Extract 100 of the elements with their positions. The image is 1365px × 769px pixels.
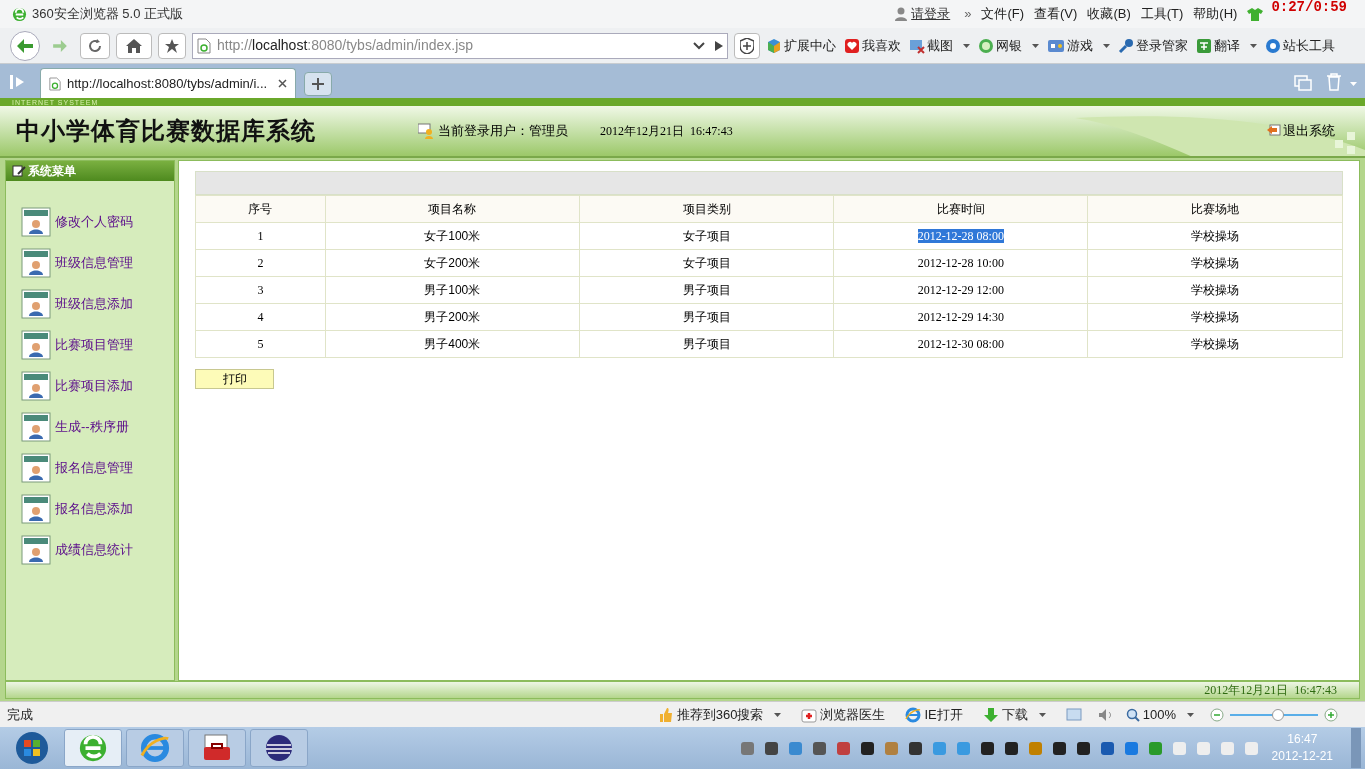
trash-icon[interactable]	[1326, 73, 1342, 91]
table-cell: 学校操场	[1087, 249, 1343, 277]
table-cell: 3	[195, 276, 326, 304]
zoom-out-icon[interactable]	[1210, 707, 1224, 722]
menu-item[interactable]: 帮助(H)	[1193, 4, 1238, 24]
caret-icon[interactable]	[1350, 82, 1357, 86]
menu-item[interactable]: 收藏(B)	[1087, 4, 1131, 24]
user-card-icon	[21, 288, 51, 319]
new-tab-button[interactable]	[304, 72, 332, 96]
more-chevron[interactable]: »	[964, 4, 972, 24]
restore-tabs-icon[interactable]	[1294, 75, 1312, 91]
zoom-button[interactable]: 100%	[1125, 704, 1194, 725]
edit-icon	[12, 165, 26, 177]
menu-link[interactable]: 报名信息添加	[6, 488, 174, 529]
caret-icon	[1038, 712, 1046, 717]
table-cell: 学校操场	[1087, 330, 1343, 358]
shirt-icon[interactable]	[1247, 7, 1264, 21]
menu-link[interactable]: 比赛项目添加	[6, 365, 174, 406]
menu-link[interactable]: 班级信息添加	[6, 283, 174, 324]
close-icon[interactable]	[278, 79, 287, 88]
table-cell: 2	[195, 249, 326, 277]
coin-icon	[978, 37, 994, 54]
taskbar-button[interactable]	[188, 729, 246, 767]
column-header: 序号	[195, 195, 326, 223]
toolbar-button[interactable]: 扩展中心	[766, 35, 836, 56]
menu-item[interactable]: 查看(V)	[1034, 4, 1078, 24]
menu-link[interactable]: 比赛项目管理	[6, 324, 174, 365]
status-button[interactable]: IE打开	[905, 704, 963, 725]
toolbar-button[interactable]: 登录管家	[1118, 35, 1188, 56]
user-card-icon	[21, 452, 51, 483]
table-cell: 男子200米	[325, 303, 580, 331]
go-icon[interactable]	[715, 40, 723, 51]
refresh-button[interactable]	[80, 32, 110, 59]
user-icon	[894, 7, 909, 21]
zoom-slider[interactable]	[1230, 707, 1318, 722]
footer-datetime: 2012年12月21日 16:47:43	[1204, 682, 1337, 699]
menu-link[interactable]: 生成--秩序册	[6, 406, 174, 447]
table-cell: 男子100米	[325, 276, 580, 304]
table-cell: 5	[195, 330, 326, 358]
menu-header: 系统菜单	[6, 161, 174, 181]
favorite-button[interactable]	[158, 32, 186, 59]
print-button[interactable]: 打印	[195, 369, 274, 389]
table-cell: 女子项目	[579, 222, 834, 250]
status-button[interactable]: 推荐到360搜索	[657, 704, 782, 725]
page-icon	[197, 37, 211, 54]
caret-icon	[1103, 43, 1110, 48]
address-field[interactable]: http://localhost:8080/tybs/admin/index.jsp	[192, 32, 728, 59]
slider-thumb[interactable]	[1272, 708, 1285, 721]
recording-timer: 0:27/0:59	[1271, 0, 1347, 14]
menu-link[interactable]: 成绩信息统计	[6, 529, 174, 570]
screenshot-icon	[909, 37, 925, 54]
status-button[interactable]: 浏览器医生	[801, 704, 886, 725]
table-cell: 2012-12-28 08:00	[833, 222, 1088, 250]
user-card-icon	[21, 534, 51, 565]
menu-link[interactable]: 报名信息管理	[6, 447, 174, 488]
ie-icon	[140, 733, 170, 763]
shield-icon	[740, 37, 754, 54]
user-card-icon	[21, 206, 51, 237]
zoom-in-icon[interactable]	[1324, 707, 1338, 722]
back-button[interactable]	[10, 30, 40, 61]
login-link[interactable]: 请登录	[911, 4, 951, 24]
home-button[interactable]	[116, 32, 152, 59]
dropdown-icon[interactable]	[693, 41, 705, 50]
user-card-icon	[21, 411, 51, 442]
speaker-icon[interactable]	[1097, 707, 1114, 722]
tray-icons-drawing[interactable]	[738, 739, 1260, 757]
download-icon	[982, 706, 999, 723]
table-cell: 学校操场	[1087, 276, 1343, 304]
toolbar-button[interactable]: 翻译	[1196, 35, 1259, 56]
table-cell: 2012-12-29 14:30	[833, 303, 1088, 331]
caret-icon	[1250, 43, 1257, 48]
page-icon	[49, 76, 61, 91]
back-arrow-icon	[17, 38, 33, 53]
toolbar-button[interactable]: 我喜欢	[844, 35, 901, 56]
menu-link[interactable]: 班级信息管理	[6, 242, 174, 283]
taskbar-button[interactable]	[250, 729, 308, 767]
browser-logo-icon	[78, 733, 108, 763]
thumbs-up-icon	[657, 706, 674, 723]
status-text: 完成	[7, 705, 33, 724]
logout-button[interactable]: 退出系统	[1267, 121, 1335, 141]
search-icon	[1125, 707, 1140, 722]
first-aid-icon	[801, 706, 818, 723]
toolbar-button[interactable]: 网银	[978, 35, 1041, 56]
menu-item[interactable]: 文件(F)	[981, 4, 1025, 24]
system-title: 中小学体育比赛数据库系统	[16, 115, 316, 147]
refresh-icon	[87, 37, 103, 54]
shield-button[interactable]	[734, 32, 760, 59]
toolbar-button[interactable]: 站长工具	[1265, 35, 1335, 56]
toolbar-button[interactable]: 截图	[909, 35, 972, 56]
status-button[interactable]: 下载	[982, 704, 1046, 725]
window-icon[interactable]	[1065, 707, 1082, 722]
browser-logo-icon	[12, 6, 27, 22]
toolbar-button[interactable]: 游戏	[1047, 35, 1112, 56]
user-card-icon	[21, 329, 51, 360]
table-cell: 2012-12-28 10:00	[833, 249, 1088, 277]
menu-item[interactable]: 工具(T)	[1140, 4, 1184, 24]
table-cell: 男子项目	[579, 276, 834, 304]
menu-link[interactable]: 修改个人密码	[6, 201, 174, 242]
table-cell: 女子200米	[325, 249, 580, 277]
browser-tab[interactable]: http://localhost:8080/tybs/admin/i...	[40, 68, 296, 98]
